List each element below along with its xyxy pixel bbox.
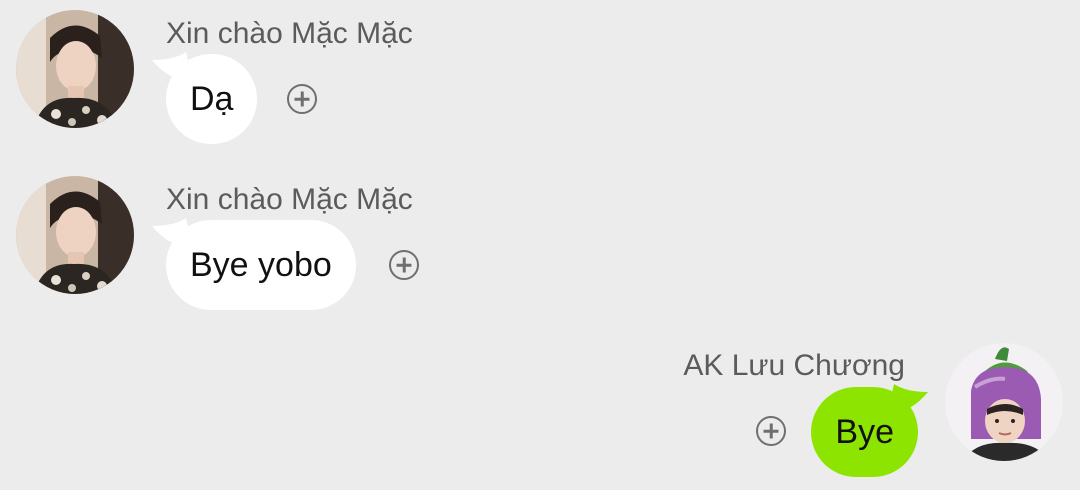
message-text: Dạ [190, 80, 234, 118]
add-circle-icon[interactable] [287, 84, 317, 114]
message-text: Bye [835, 413, 894, 451]
message-row: Xin chào Mặc Mặc Bye yobo [0, 166, 1080, 326]
profile-photo-icon [16, 176, 134, 294]
message-bubble[interactable]: Bye yobo [166, 220, 356, 310]
sender-name: Xin chào Mặc Mặc [166, 183, 413, 216]
sender-avatar[interactable] [16, 10, 134, 128]
profile-photo-icon [16, 10, 134, 128]
message-row: Xin chào Mặc Mặc Dạ [0, 0, 1080, 160]
sender-name: AK Lưu Chương [683, 349, 905, 382]
sender-avatar[interactable] [16, 176, 134, 294]
sender-avatar[interactable] [945, 343, 1063, 461]
message-text: Bye yobo [190, 246, 332, 284]
add-circle-icon[interactable] [389, 250, 419, 280]
sender-name: Xin chào Mặc Mặc [166, 17, 413, 50]
message-row: AK Lưu Chương Bye [0, 334, 1080, 490]
message-bubble[interactable]: Dạ [166, 54, 258, 144]
message-bubble[interactable]: Bye [811, 387, 918, 477]
eggplant-hat-avatar-icon [945, 343, 1063, 461]
add-circle-icon[interactable] [756, 416, 786, 446]
